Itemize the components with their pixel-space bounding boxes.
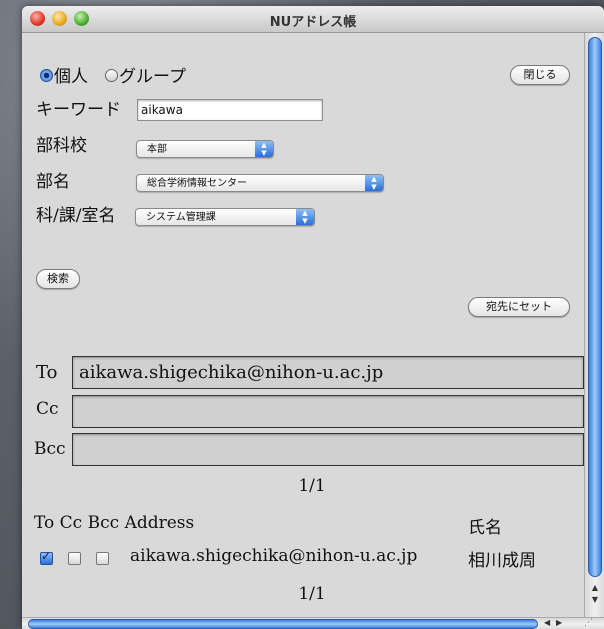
bcc-label: Bcc <box>34 439 66 459</box>
department-select-value: 総合学術情報センター <box>147 178 247 189</box>
radio-individual[interactable] <box>40 69 53 82</box>
select-arrows-icon: ▲ ▼ <box>365 175 383 191</box>
window-title: NUアドレス帳 <box>269 15 357 30</box>
page-indicator-top: 1/1 <box>298 476 326 496</box>
scroll-right-icon[interactable]: ▶ <box>556 618 562 627</box>
row-to-checkbox[interactable] <box>40 549 53 565</box>
row-bcc-checkbox[interactable] <box>96 552 109 565</box>
row-address[interactable]: aikawa.shigechika@nihon-u.ac.jp <box>130 546 417 566</box>
header-cc: Cc <box>59 513 83 533</box>
vertical-scroll-thumb[interactable] <box>588 37 602 577</box>
header-address: Address <box>124 513 195 533</box>
address-book-window: NUアドレス帳 個人 グループ 閉じる キーワード aikawa 部科校 本部 … <box>22 6 604 629</box>
scroll-down-icon[interactable]: ▼ <box>587 595 603 607</box>
set-recipient-button[interactable]: 宛先にセット <box>468 297 570 317</box>
radio-group[interactable] <box>105 69 118 82</box>
vertical-scrollbar[interactable]: ▲ ▼ <box>584 33 604 617</box>
radio-group-label[interactable]: グループ <box>119 62 186 87</box>
to-field[interactable]: aikawa.shigechika@nihon-u.ac.jp <box>72 356 584 389</box>
section-select-value: システム管理課 <box>146 212 216 223</box>
header-to: To <box>34 513 55 533</box>
resize-grip-icon[interactable]: ⋰ <box>584 618 593 628</box>
department-select[interactable]: 総合学術情報センター ▲ ▼ <box>136 174 384 192</box>
school-select[interactable]: 本部 ▲ ▼ <box>136 140 274 158</box>
department-label: 部名 <box>36 172 70 192</box>
horizontal-scroll-thumb[interactable] <box>28 619 538 629</box>
school-label: 部科校 <box>36 136 87 156</box>
radio-individual-label[interactable]: 個人 <box>54 62 88 87</box>
select-arrows-icon: ▲ ▼ <box>255 141 273 157</box>
page-indicator-bottom: 1/1 <box>298 584 326 604</box>
header-name: 氏名 <box>468 518 502 538</box>
row-cc-checkbox[interactable] <box>68 552 81 565</box>
bcc-field[interactable] <box>72 433 584 466</box>
keyword-input[interactable]: aikawa <box>137 99 323 121</box>
header-bcc: Bcc <box>87 513 120 533</box>
title-bar[interactable]: NUアドレス帳 <box>22 6 604 33</box>
results-header: To Cc Bcc Address <box>34 513 194 533</box>
close-button[interactable]: 閉じる <box>510 65 570 85</box>
to-label: To <box>36 362 58 383</box>
row-name: 相川成周 <box>468 551 536 571</box>
search-button[interactable]: 検索 <box>36 269 80 289</box>
select-arrows-icon: ▲ ▼ <box>296 209 314 225</box>
keyword-label: キーワード <box>36 100 121 120</box>
section-label: 科/課/室名 <box>36 206 116 226</box>
cc-field[interactable] <box>72 395 584 428</box>
cc-label: Cc <box>36 399 59 419</box>
horizontal-scrollbar[interactable]: ◀ ▶ ⋰ <box>22 617 604 629</box>
window-content: 個人 グループ 閉じる キーワード aikawa 部科校 本部 ▲ ▼ 部名 総合… <box>22 33 584 629</box>
section-select[interactable]: システム管理課 ▲ ▼ <box>135 208 315 226</box>
school-select-value: 本部 <box>147 144 167 155</box>
scroll-left-icon[interactable]: ◀ <box>544 618 550 627</box>
scroll-up-icon[interactable]: ▲ <box>587 583 603 595</box>
